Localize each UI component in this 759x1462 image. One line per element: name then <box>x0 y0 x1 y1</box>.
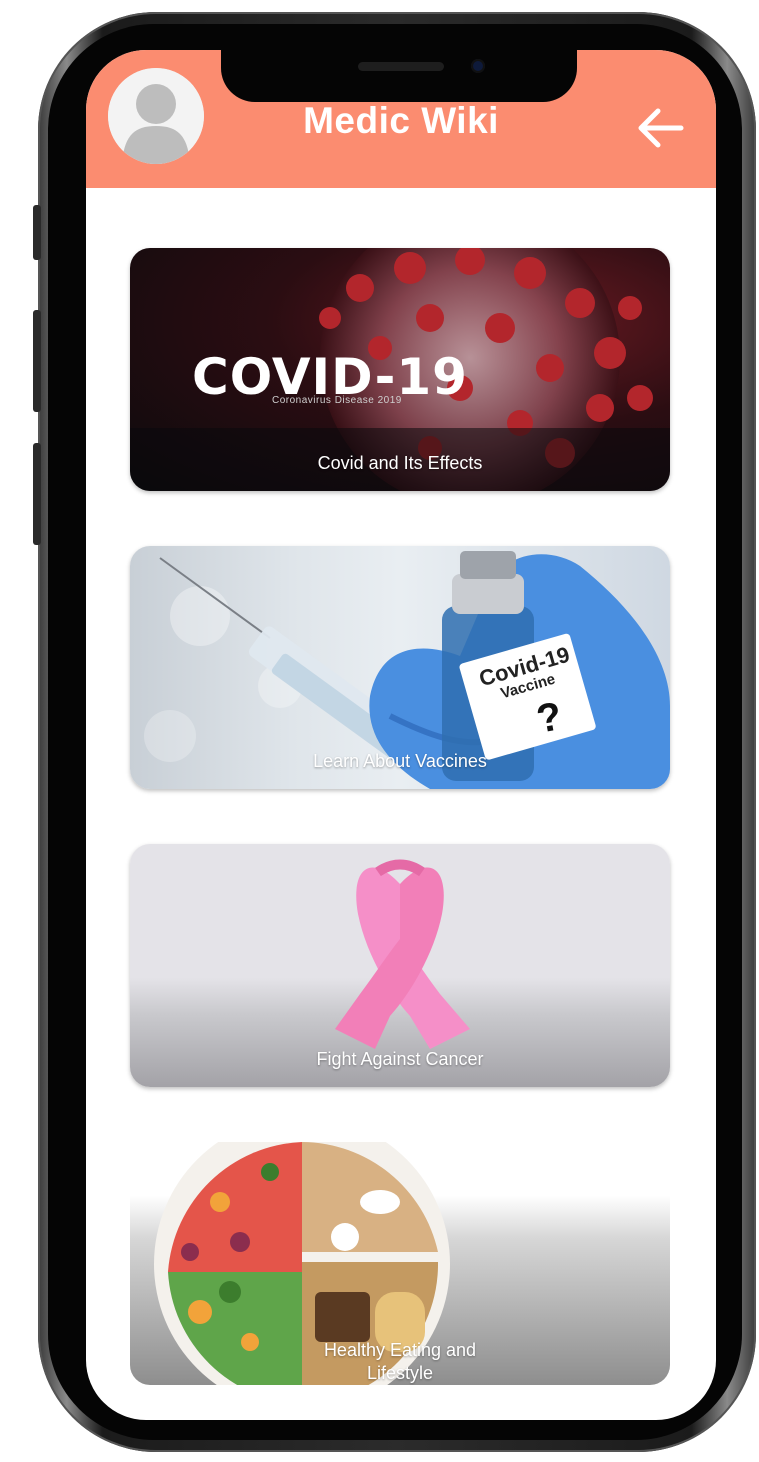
phone-mute-switch <box>33 205 41 260</box>
card-label-healthy-eating-text: Healthy Eating and Lifestyle <box>323 1340 477 1383</box>
phone-volume-down <box>33 443 41 545</box>
card-label-cancer: Fight Against Cancer <box>316 1049 484 1069</box>
covid-image-subtitle: Coronavirus Disease 2019 <box>272 395 402 406</box>
card-label-covid: Covid and Its Effects <box>317 453 483 473</box>
phone-camera <box>471 59 485 73</box>
phone-notch <box>221 50 577 102</box>
card-healthy-eating[interactable]: Healthy Eating and Lifestyle <box>130 1142 670 1385</box>
card-covid-effects[interactable]: COVID-19 Coronavirus Disease 2019 Covid … <box>130 248 670 491</box>
card-vaccines[interactable]: Covid-19 Vaccine ? Learn About Vaccines <box>130 546 670 789</box>
arrow-left-icon[interactable] <box>634 106 686 150</box>
app-title: Medic Wiki <box>303 100 499 141</box>
card-label-vaccines: Learn About Vaccines <box>313 751 487 771</box>
phone-volume-up <box>33 310 41 412</box>
app-screen: Medic Wiki COVID-19 Coronavirus Disease … <box>86 50 716 1420</box>
card-cancer[interactable]: Fight Against Cancer <box>130 844 670 1087</box>
phone-speaker <box>358 62 444 71</box>
card-label-healthy-eating: Healthy Eating and Lifestyle <box>130 1339 670 1385</box>
user-avatar-icon[interactable] <box>108 68 204 164</box>
